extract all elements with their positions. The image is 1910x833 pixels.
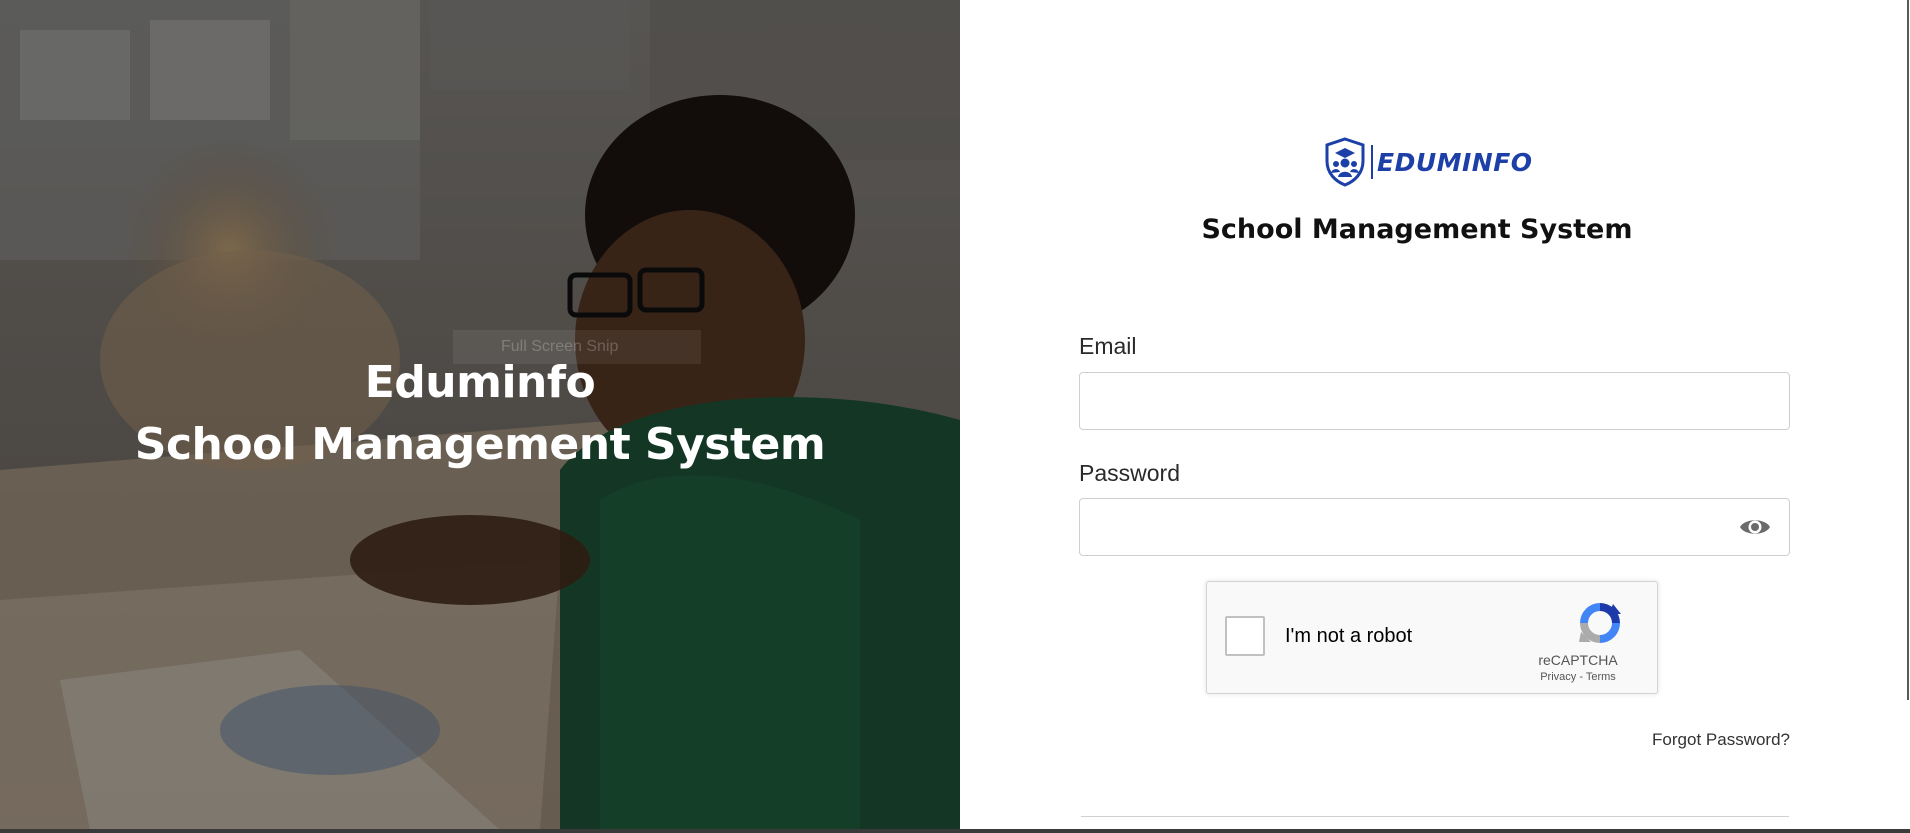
password-field[interactable] xyxy=(1079,498,1790,556)
hero-title-line2: School Management System xyxy=(134,419,826,470)
email-field[interactable] xyxy=(1079,372,1790,430)
forgot-password-link[interactable]: Forgot Password? xyxy=(1560,730,1790,750)
email-label: Email xyxy=(1079,333,1137,359)
logo-divider xyxy=(1371,145,1373,179)
hero-title: Eduminfo School Management System xyxy=(0,352,960,476)
recaptcha-icon xyxy=(1579,603,1621,643)
recaptcha-widget: I'm not a robot reCAPTCHA Privacy - Term… xyxy=(1206,581,1658,694)
form-divider xyxy=(1081,816,1789,817)
recaptcha-terms-link[interactable]: Terms xyxy=(1586,671,1616,683)
eye-icon[interactable] xyxy=(1738,514,1772,540)
page: Full Screen Snip Eduminfo School Managem… xyxy=(0,0,1910,833)
password-label: Password xyxy=(1079,460,1180,486)
shield-graduate-icon xyxy=(1325,137,1365,187)
recaptcha-label: I'm not a robot xyxy=(1285,625,1413,647)
login-panel: EDUMINFO School Management System Email … xyxy=(960,0,1910,833)
recaptcha-link-separator: - xyxy=(1576,671,1586,683)
recaptcha-brand: reCAPTCHA xyxy=(1538,652,1618,668)
hero-panel: Full Screen Snip Eduminfo School Managem… xyxy=(0,0,960,830)
recaptcha-checkbox[interactable] xyxy=(1225,616,1265,656)
recaptcha-links: Privacy - Terms xyxy=(1517,671,1639,683)
scrollbar[interactable] xyxy=(1907,0,1909,700)
brand-logo: EDUMINFO xyxy=(1323,136,1533,188)
recaptcha-privacy-link[interactable]: Privacy xyxy=(1540,671,1576,683)
logo-text: EDUMINFO xyxy=(1377,147,1533,177)
login-subtitle: School Management System xyxy=(1201,214,1633,245)
bottom-edge-bar xyxy=(0,829,1910,833)
hero-title-line1: Eduminfo xyxy=(364,357,596,408)
